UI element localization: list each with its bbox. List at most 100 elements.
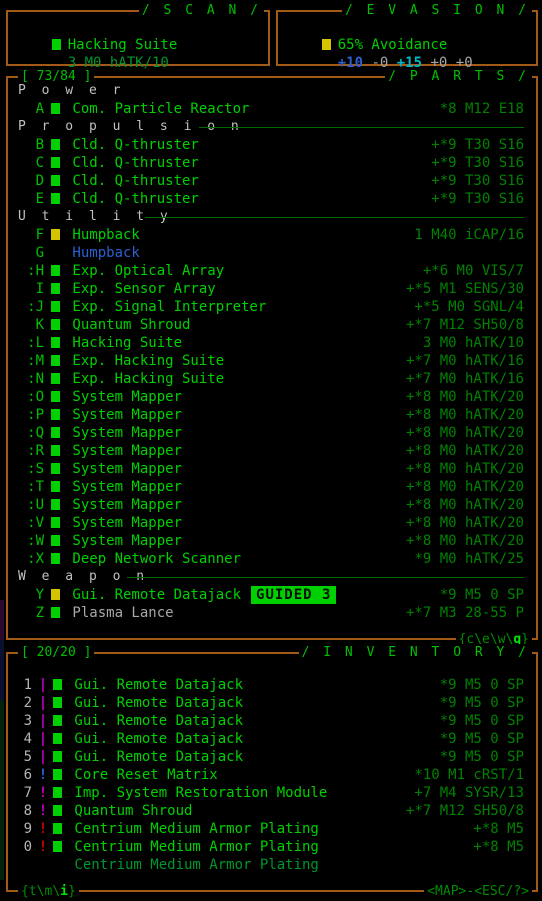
item-key[interactable]: :P (18, 406, 44, 424)
inventory-footer-nav[interactable]: <MAP>-<ESC/?> (424, 883, 532, 901)
item-key[interactable]: K (18, 316, 44, 334)
inventory-row[interactable]: 5 | Gui. Remote Datajack *9 M5 0 SP (8, 748, 536, 766)
part-row[interactable]: :U System Mapper +*8 M0 hATK/20 (8, 496, 536, 514)
item-key[interactable]: 9 (18, 820, 32, 838)
item-key[interactable]: 5 (18, 748, 32, 766)
item-key[interactable]: 8 (18, 802, 32, 820)
part-row[interactable]: :W System Mapper +*8 M0 hATK/20 (8, 532, 536, 550)
part-row[interactable]: F Humpback 1 M40 iCAP/16 (8, 226, 536, 244)
item-key[interactable]: 0 (18, 838, 32, 856)
item-key[interactable]: A (18, 100, 44, 118)
item-key[interactable]: :L (18, 334, 44, 352)
part-row[interactable]: :O System Mapper +*8 M0 hATK/20 (8, 388, 536, 406)
part-row[interactable]: :R System Mapper +*8 M0 hATK/20 (8, 442, 536, 460)
part-row[interactable]: :J Exp. Signal Interpreter +*5 M0 SGNL/4 (8, 298, 536, 316)
inventory-footer-hotkey[interactable]: i (60, 884, 68, 899)
item-key[interactable]: :X (18, 550, 44, 568)
item-key[interactable]: G (18, 244, 44, 262)
part-row[interactable]: C Cld. Q-thruster +*9 T30 S16 (8, 154, 536, 172)
inventory-row[interactable]: 1 | Gui. Remote Datajack *9 M5 0 SP (8, 676, 536, 694)
item-key[interactable]: 4 (18, 730, 32, 748)
inventory-list[interactable]: 1 | Gui. Remote Datajack *9 M5 0 SP 2 | Gui.… (8, 676, 536, 874)
inventory-row[interactable]: 0! Centrium Medium Armor Plating +*8 M5 (8, 838, 536, 856)
part-row[interactable]: :L Hacking Suite 3 M0 hATK/10 (8, 334, 536, 352)
inventory-marker-icon: ! (38, 803, 48, 819)
part-name: Quantum Shroud (64, 317, 191, 333)
item-key[interactable]: :J (18, 298, 44, 316)
part-row[interactable]: D Cld. Q-thruster +*9 T30 S16 (8, 172, 536, 190)
part-row[interactable]: :X Deep Network Scanner *9 M0 hATK/25 (8, 550, 536, 568)
item-key[interactable]: 3 (18, 712, 32, 730)
part-name: System Mapper (64, 461, 183, 477)
part-status-square-icon (50, 550, 60, 568)
part-row[interactable]: :N Exp. Hacking Suite +*7 M0 hATK/16 (8, 370, 536, 388)
inventory-row[interactable]: 2 | Gui. Remote Datajack *9 M5 0 SP (8, 694, 536, 712)
item-key[interactable]: C (18, 154, 44, 172)
item-key[interactable]: B (18, 136, 44, 154)
item-key[interactable]: 2 (18, 694, 32, 712)
item-key[interactable]: I (18, 280, 44, 298)
part-row[interactable]: B Cld. Q-thruster +*9 T30 S16 (8, 136, 536, 154)
part-row[interactable]: E Cld. Q-thruster +*9 T30 S16 (8, 190, 536, 208)
item-key[interactable]: 6 (18, 766, 32, 784)
item-key[interactable]: :T (18, 478, 44, 496)
item-key[interactable]: :O (18, 388, 44, 406)
part-stats: +*8 M0 hATK/20 (405, 515, 524, 531)
part-name: Plasma Lance (64, 605, 174, 621)
inventory-item-stats: +*8 M5 (473, 821, 524, 837)
esc-help-button[interactable]: <ESC/?> (474, 884, 529, 899)
part-row[interactable]: :Q System Mapper +*8 M0 hATK/20 (8, 424, 536, 442)
item-key[interactable]: 7 (18, 784, 32, 802)
part-row[interactable]: :T System Mapper +*8 M0 hATK/20 (8, 478, 536, 496)
item-key[interactable]: :N (18, 370, 44, 388)
item-key[interactable]: 1 (18, 676, 32, 694)
parts-list[interactable]: P o w e r A Com. Particle Reactor *8 M12 E… (8, 82, 536, 622)
part-category-header: U t i l i t y (8, 208, 536, 226)
inventory-footer-keys[interactable]: {t\m\i} (18, 883, 79, 901)
item-key[interactable]: :H (18, 262, 44, 280)
item-key[interactable]: :W (18, 532, 44, 550)
part-name: System Mapper (64, 497, 183, 513)
item-key[interactable]: :V (18, 514, 44, 532)
item-key[interactable]: Y (18, 586, 44, 604)
part-name: Exp. Optical Array (64, 263, 225, 279)
item-key[interactable]: :S (18, 460, 44, 478)
green-square-icon (52, 679, 62, 690)
inventory-row[interactable]: 3 | Gui. Remote Datajack *9 M5 0 SP (8, 712, 536, 730)
inventory-row[interactable]: Centrium Medium Armor Plating (8, 856, 536, 874)
part-row[interactable]: A Com. Particle Reactor *8 M12 E18 (8, 100, 536, 118)
item-key[interactable]: F (18, 226, 44, 244)
item-key[interactable]: D (18, 172, 44, 190)
item-key[interactable]: :Q (18, 424, 44, 442)
inventory-row[interactable]: 6! Core Reset Matrix *10 M1 cRST/1 (8, 766, 536, 784)
part-stats: 3 M0 hATK/10 (422, 335, 524, 351)
item-key[interactable]: :M (18, 352, 44, 370)
part-row[interactable]: G Humpback (8, 244, 536, 262)
inventory-row[interactable]: 7! Imp. System Restoration Module +7 M4 S… (8, 784, 536, 802)
green-square-icon (50, 463, 60, 474)
part-row[interactable]: :V System Mapper +*8 M0 hATK/20 (8, 514, 536, 532)
item-key[interactable]: :R (18, 442, 44, 460)
part-row[interactable]: :M Exp. Hacking Suite +*7 M0 hATK/16 (8, 352, 536, 370)
map-button[interactable]: <MAP> (427, 884, 466, 899)
part-row[interactable]: Z Plasma Lance +*7 M3 28-55 P (8, 604, 536, 622)
green-square-icon (50, 373, 60, 384)
part-row[interactable]: :P System Mapper +*8 M0 hATK/20 (8, 406, 536, 424)
part-row[interactable]: I Exp. Sensor Array +*5 M1 SENS/30 (8, 280, 536, 298)
item-key[interactable]: E (18, 190, 44, 208)
yellow-square-icon (50, 589, 60, 600)
part-name: Humpback (64, 227, 140, 243)
part-name: System Mapper (64, 407, 183, 423)
item-key[interactable]: :U (18, 496, 44, 514)
inventory-row[interactable]: 9! Centrium Medium Armor Plating +*8 M5 (8, 820, 536, 838)
part-row[interactable]: :S System Mapper +*8 M0 hATK/20 (8, 460, 536, 478)
item-key[interactable]: Z (18, 604, 44, 622)
part-row[interactable]: :H Exp. Optical Array +*6 M0 VIS/7 (8, 262, 536, 280)
part-category-header: P o w e r (8, 82, 536, 100)
inventory-row[interactable]: 8! Quantum Shroud +*7 M12 SH50/8 (8, 802, 536, 820)
green-square-icon (50, 391, 60, 402)
inventory-row[interactable]: 4 | Gui. Remote Datajack *9 M5 0 SP (8, 730, 536, 748)
part-row[interactable]: Y Gui. Remote Datajack GUIDED 3 *9 M5 0 SP (8, 586, 536, 604)
inventory-status-square-icon (52, 748, 62, 766)
part-row[interactable]: K Quantum Shroud +*7 M12 SH50/8 (8, 316, 536, 334)
